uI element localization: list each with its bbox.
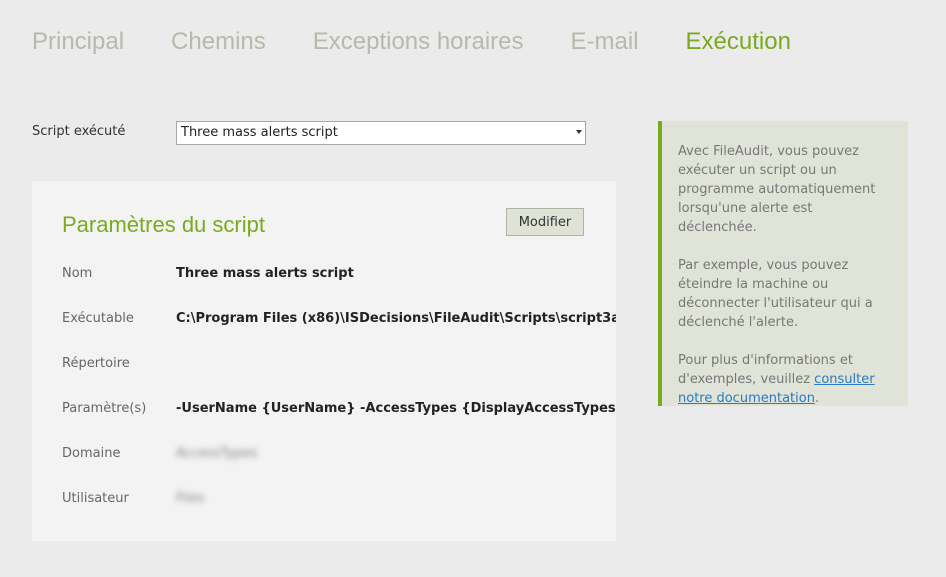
script-select-label: Script exécuté	[32, 124, 126, 139]
script-select[interactable]: Three mass alerts script	[176, 121, 586, 145]
chevron-down-icon[interactable]	[576, 130, 582, 134]
param-value-arguments: -UserName {UserName} -AccessTypes {Displ…	[176, 401, 616, 416]
param-label: Exécutable	[62, 311, 134, 326]
modify-button[interactable]: Modifier	[506, 208, 584, 236]
param-value-name: Three mass alerts script	[176, 266, 354, 281]
param-label: Répertoire	[62, 356, 130, 371]
tab-execution[interactable]: Exécution	[686, 26, 791, 60]
info-paragraph: Par exemple, vous pouvez éteindre la mac…	[678, 258, 873, 330]
tab-bar: Principal Chemins Exceptions horaires E-…	[32, 26, 838, 60]
tab-email[interactable]: E-mail	[571, 26, 639, 60]
param-row-repertoire: Répertoire	[62, 356, 616, 376]
param-label: Nom	[62, 266, 93, 281]
param-row-executable: Exécutable C:\Program Files (x86)\ISDeci…	[62, 311, 616, 331]
param-value-user: Files	[176, 491, 205, 506]
param-row-utilisateur: Utilisateur Files	[62, 491, 616, 511]
param-label: Paramètre(s)	[62, 401, 147, 416]
param-row-domaine: Domaine AccessTypes	[62, 446, 616, 466]
tab-exceptions-horaires[interactable]: Exceptions horaires	[313, 26, 524, 60]
param-value-executable: C:\Program Files (x86)\ISDecisions\FileA…	[176, 311, 616, 326]
script-select-value: Three mass alerts script	[181, 125, 338, 140]
info-paragraph: Avec FileAudit, vous pouvez exécuter un …	[678, 144, 876, 235]
param-label: Utilisateur	[62, 491, 129, 506]
param-value-domain: AccessTypes	[176, 446, 258, 461]
info-text: .	[814, 391, 820, 406]
tab-chemins[interactable]: Chemins	[171, 26, 266, 60]
tab-principal[interactable]: Principal	[32, 26, 124, 60]
param-row-nom: Nom Three mass alerts script	[62, 266, 616, 286]
info-panel: Avec FileAudit, vous pouvez exécuter un …	[658, 121, 908, 406]
panel-title: Paramètres du script	[62, 212, 265, 237]
param-label: Domaine	[62, 446, 121, 461]
info-paragraph: Pour plus d'informations et d'exemples, …	[678, 351, 892, 408]
param-row-parametres: Paramètre(s) -UserName {UserName} -Acces…	[62, 401, 616, 421]
script-parameters-panel: Paramètres du script Modifier Nom Three …	[32, 181, 616, 541]
